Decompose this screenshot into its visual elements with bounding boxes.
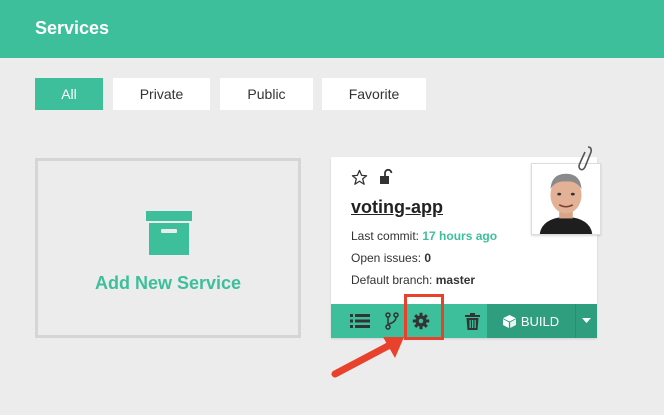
trash-icon xyxy=(464,312,480,330)
list-button[interactable] xyxy=(345,304,375,338)
filter-tab-public[interactable]: Public xyxy=(220,78,313,110)
build-options-dropdown[interactable] xyxy=(575,304,597,338)
paperclip-icon xyxy=(578,146,592,171)
default-branch-label: Default branch: xyxy=(351,273,433,287)
add-new-service-card[interactable]: Add New Service xyxy=(35,158,301,338)
branches-button[interactable] xyxy=(379,304,405,338)
settings-button[interactable] xyxy=(407,304,435,338)
add-new-service-label: Add New Service xyxy=(94,273,242,293)
build-label: BUILD xyxy=(520,313,560,329)
page-header: Services xyxy=(0,0,664,58)
service-card: voting-app Last commit: 17 hours ago Ope… xyxy=(331,146,601,338)
caret-down-icon xyxy=(582,318,591,323)
list-icon xyxy=(350,314,370,328)
service-name-link[interactable]: voting-app xyxy=(351,197,443,218)
delete-button[interactable] xyxy=(459,304,485,338)
star-outline-icon[interactable] xyxy=(351,169,368,186)
last-commit-row: Last commit: 17 hours ago xyxy=(351,229,497,243)
build-button[interactable]: BUILD xyxy=(487,304,575,338)
annotation-arrow-icon xyxy=(331,337,404,378)
filter-tab-favorite[interactable]: Favorite xyxy=(322,78,426,110)
default-branch-value: master xyxy=(435,273,476,287)
archive-box-icon xyxy=(146,211,192,255)
last-commit-value: 17 hours ago xyxy=(422,229,498,243)
filter-tab-all[interactable]: All xyxy=(35,78,103,110)
open-issues-value: 0 xyxy=(424,251,432,265)
gear-icon xyxy=(412,312,430,330)
page-title: Services xyxy=(35,18,110,38)
open-issues-row: Open issues: 0 xyxy=(351,251,431,265)
filter-tab-private[interactable]: Private xyxy=(113,78,210,110)
unlocked-icon xyxy=(380,168,393,184)
service-toolbar: BUILD xyxy=(331,304,597,338)
git-branch-icon xyxy=(385,312,399,330)
open-issues-label: Open issues: xyxy=(351,251,422,265)
cube-icon xyxy=(502,314,516,328)
default-branch-row: Default branch: master xyxy=(351,273,475,287)
avatar xyxy=(531,163,601,235)
last-commit-label: Last commit: xyxy=(351,229,420,243)
